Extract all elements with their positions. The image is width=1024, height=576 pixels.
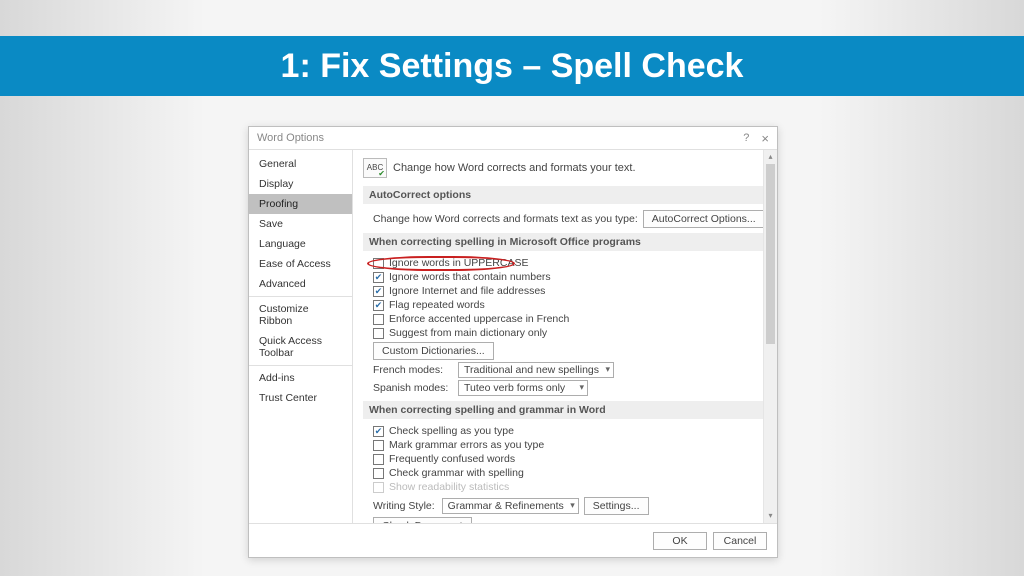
grammar-label-0: Check spelling as you type [389, 425, 514, 437]
spell-label-1: Ignore words that contain numbers [389, 271, 551, 283]
custom-dictionaries-button[interactable]: Custom Dictionaries... [373, 342, 494, 360]
writing-style-dropdown[interactable]: Grammar & Refinements [442, 498, 579, 514]
grammar-checkbox-1[interactable] [373, 440, 384, 451]
dialog-title: Word Options [257, 132, 743, 144]
spell-checkbox-1[interactable] [373, 272, 384, 283]
grammar-section-head: When correcting spelling and grammar in … [363, 401, 767, 419]
sidebar-item-add-ins[interactable]: Add-ins [249, 368, 352, 388]
content-scrollbar[interactable]: ▴ ▾ [763, 150, 777, 523]
french-modes-label: French modes: [373, 364, 453, 376]
autocorrect-section-head: AutoCorrect options [363, 186, 767, 204]
spell-checkbox-5[interactable] [373, 328, 384, 339]
writing-style-label: Writing Style: [373, 500, 435, 512]
sidebar-item-quick-access-toolbar[interactable]: Quick Access Toolbar [249, 331, 352, 363]
autocorrect-desc: Change how Word corrects and formats tex… [373, 213, 638, 225]
cancel-button[interactable]: Cancel [713, 532, 767, 550]
grammar-checkbox-3[interactable] [373, 468, 384, 479]
writing-settings-button[interactable]: Settings... [584, 497, 649, 515]
sidebar-item-advanced[interactable]: Advanced [249, 274, 352, 294]
sidebar-item-ease-of-access[interactable]: Ease of Access [249, 254, 352, 274]
spelling-section-head: When correcting spelling in Microsoft Of… [363, 233, 767, 251]
word-options-dialog: Word Options ? × GeneralDisplayProofingS… [248, 126, 778, 558]
ok-button[interactable]: OK [653, 532, 707, 550]
dialog-footer: OK Cancel [249, 523, 777, 557]
spell-label-5: Suggest from main dictionary only [389, 327, 547, 339]
sidebar-item-customize-ribbon[interactable]: Customize Ribbon [249, 299, 352, 331]
options-sidebar: GeneralDisplayProofingSaveLanguageEase o… [249, 150, 353, 523]
spell-label-4: Enforce accented uppercase in French [389, 313, 569, 325]
grammar-checkbox-0[interactable] [373, 426, 384, 437]
spell-checkbox-0[interactable] [373, 258, 384, 269]
grammar-checkbox-2[interactable] [373, 454, 384, 465]
spell-label-2: Ignore Internet and file addresses [389, 285, 545, 297]
options-content: ABC Change how Word corrects and formats… [353, 150, 777, 523]
grammar-label-3: Check grammar with spelling [389, 467, 524, 479]
close-button[interactable]: × [761, 131, 769, 146]
sidebar-item-trust-center[interactable]: Trust Center [249, 388, 352, 408]
grammar-label-4: Show readability statistics [389, 481, 509, 493]
slide-banner: 1: Fix Settings – Spell Check [0, 36, 1024, 96]
abc-check-icon: ABC [363, 158, 387, 178]
spanish-modes-dropdown[interactable]: Tuteo verb forms only [458, 380, 588, 396]
grammar-label-1: Mark grammar errors as you type [389, 439, 544, 451]
spell-checkbox-4[interactable] [373, 314, 384, 325]
grammar-label-2: Frequently confused words [389, 453, 515, 465]
scroll-thumb[interactable] [766, 164, 775, 344]
spell-checkbox-2[interactable] [373, 286, 384, 297]
sidebar-item-proofing[interactable]: Proofing [249, 194, 352, 214]
dialog-titlebar: Word Options ? × [249, 127, 777, 149]
french-modes-dropdown[interactable]: Traditional and new spellings [458, 362, 614, 378]
check-document-button[interactable]: Check Document [373, 517, 472, 523]
intro-text: Change how Word corrects and formats you… [393, 162, 636, 174]
help-button[interactable]: ? [743, 132, 749, 144]
scroll-up-icon[interactable]: ▴ [764, 150, 777, 164]
slide-title: 1: Fix Settings – Spell Check [281, 47, 744, 86]
spanish-modes-label: Spanish modes: [373, 382, 453, 394]
spell-checkbox-3[interactable] [373, 300, 384, 311]
autocorrect-options-button[interactable]: AutoCorrect Options... [643, 210, 765, 228]
grammar-checkbox-4 [373, 482, 384, 493]
spell-label-0: Ignore words in UPPERCASE [389, 257, 528, 269]
sidebar-item-language[interactable]: Language [249, 234, 352, 254]
spell-label-3: Flag repeated words [389, 299, 485, 311]
sidebar-item-save[interactable]: Save [249, 214, 352, 234]
sidebar-item-general[interactable]: General [249, 154, 352, 174]
sidebar-item-display[interactable]: Display [249, 174, 352, 194]
scroll-down-icon[interactable]: ▾ [764, 509, 777, 523]
